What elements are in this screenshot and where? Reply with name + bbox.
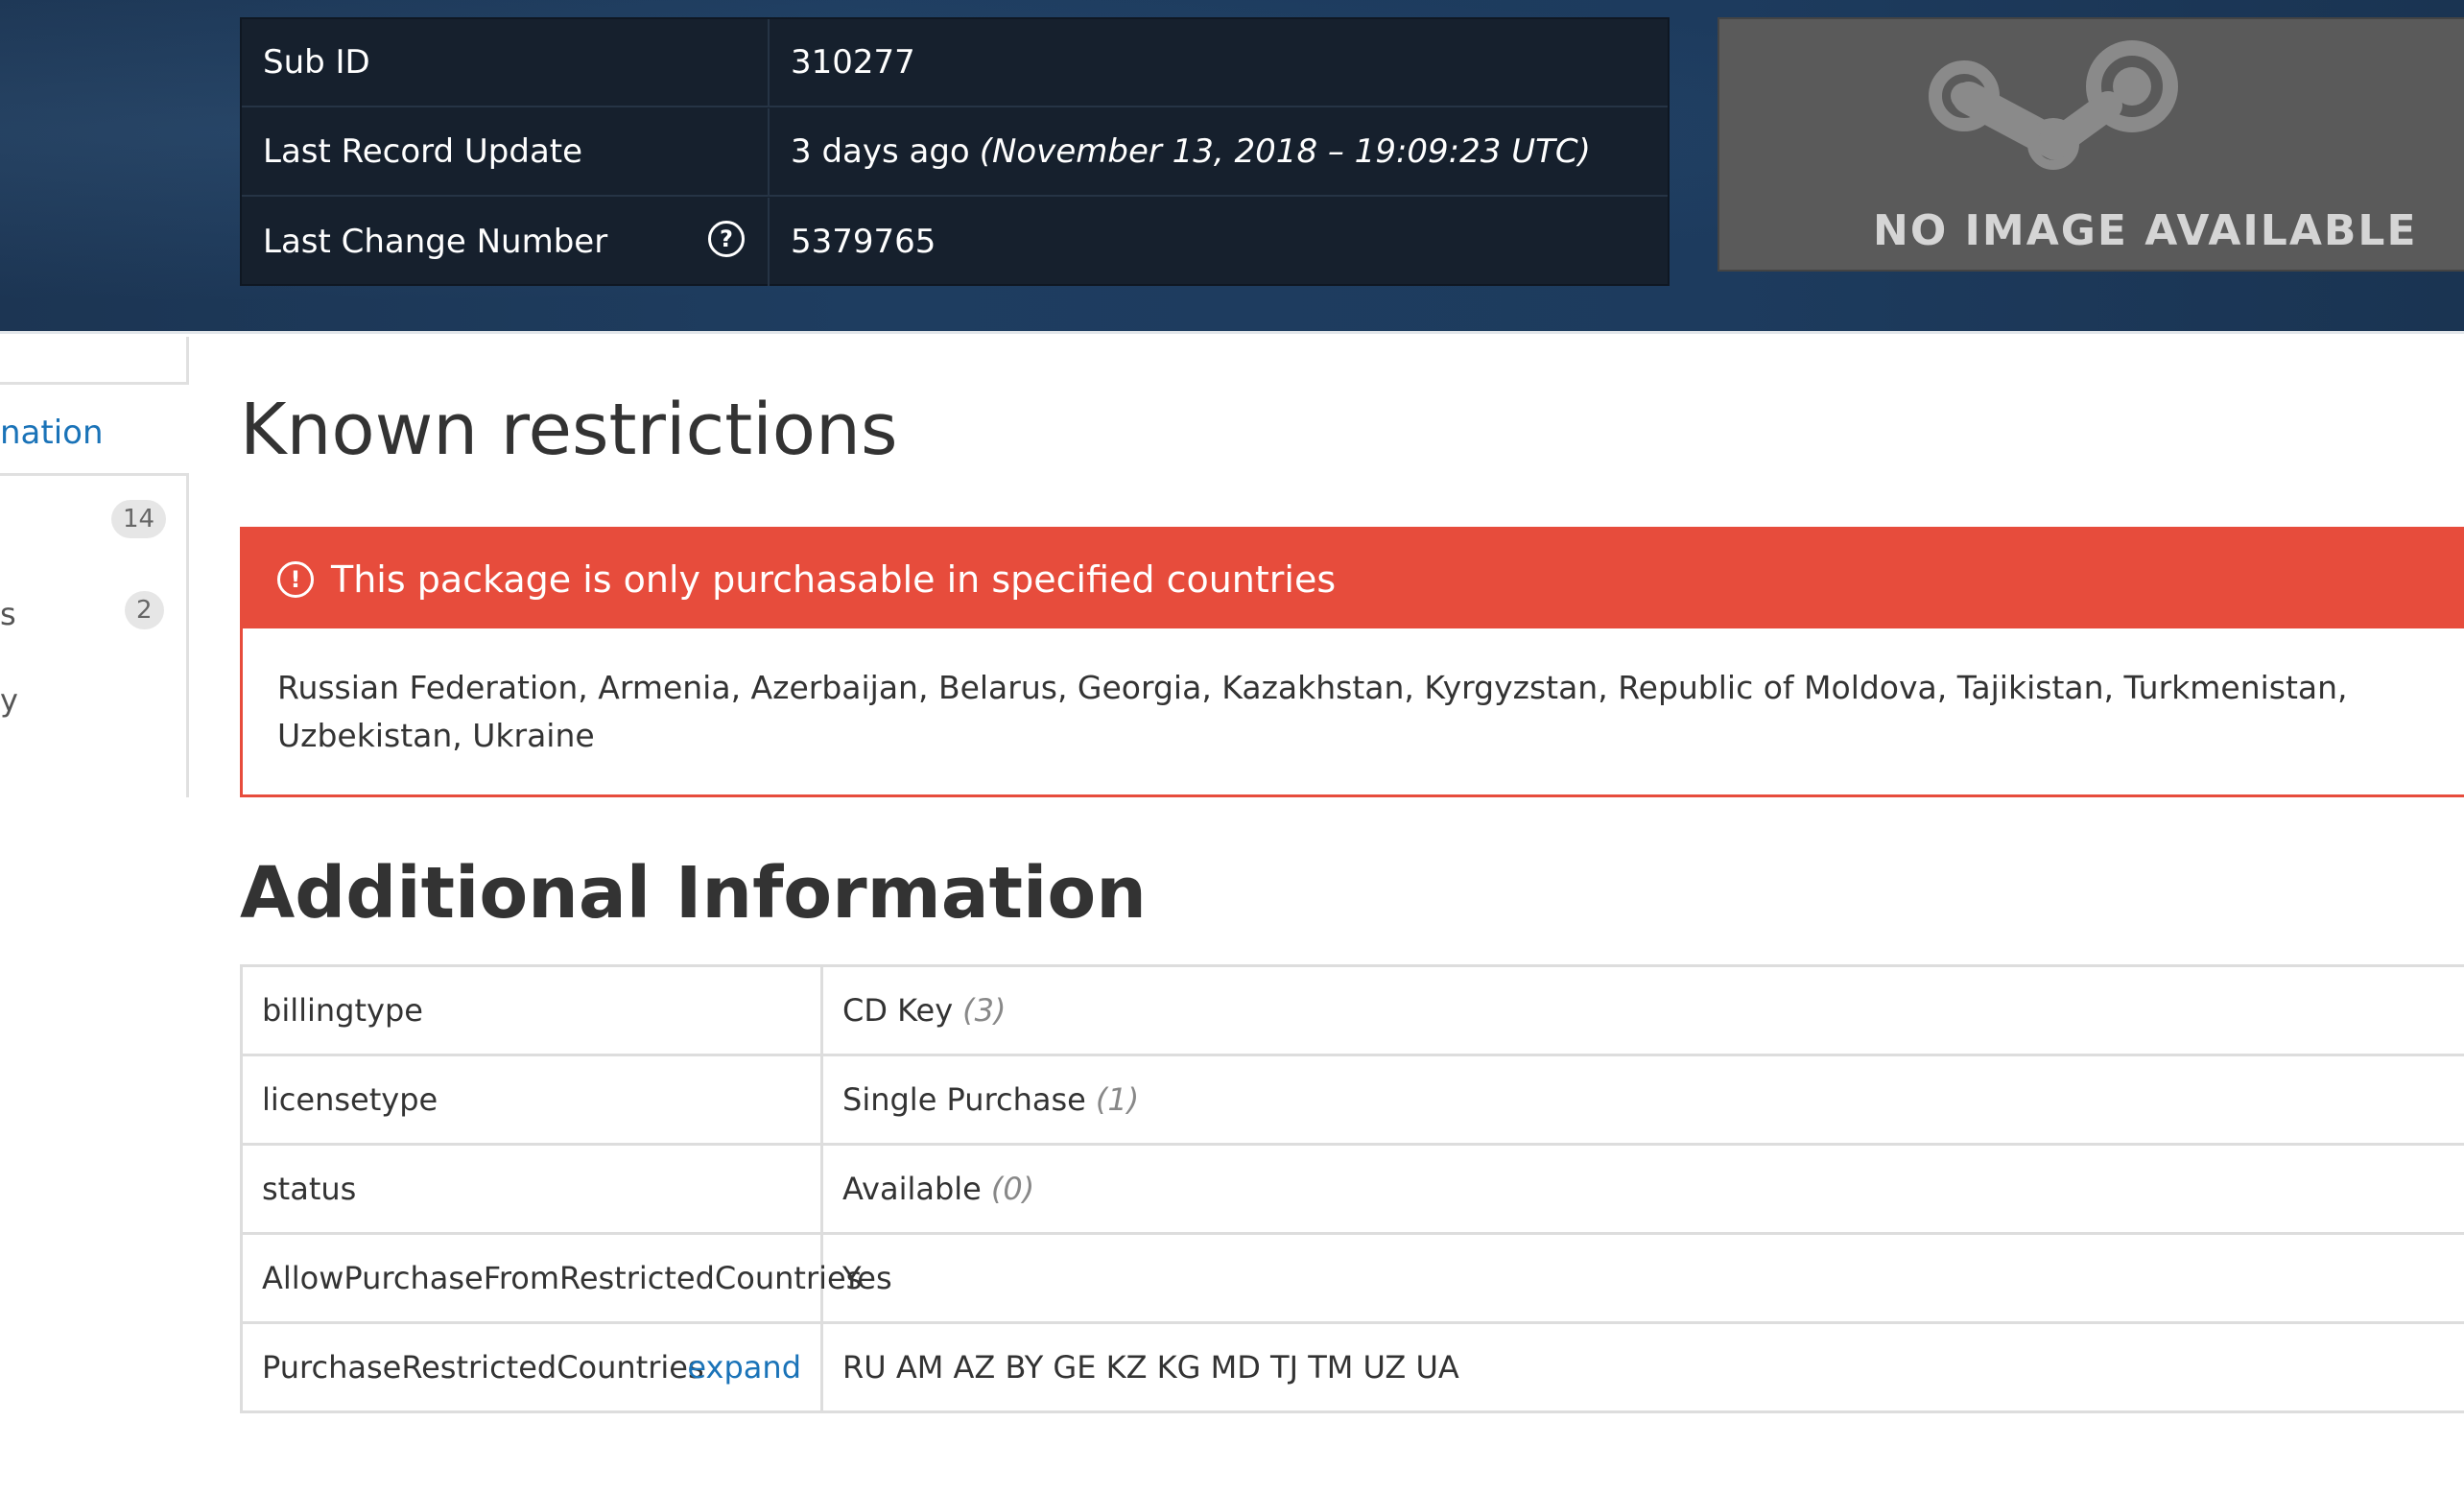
info-key: Last Change Number ? bbox=[242, 198, 770, 286]
info-row-sub-id: Sub ID 310277 bbox=[242, 19, 1668, 107]
info-value: 310277 bbox=[771, 19, 1668, 106]
restriction-alert: ! This package is only purchasable in sp… bbox=[240, 527, 2464, 797]
known-restrictions-heading: Known restrictions bbox=[240, 389, 898, 471]
table-row: PurchaseRestrictedCountries expand RU AM… bbox=[243, 1324, 2464, 1413]
value-text: Single Purchase bbox=[842, 1081, 1086, 1118]
info-key: Sub ID bbox=[242, 19, 770, 106]
restricted-countries-list: Russian Federation, Armenia, Azerbaijan,… bbox=[277, 669, 2348, 754]
sidebar-count-badge: 2 bbox=[125, 591, 164, 629]
table-key: status bbox=[243, 1146, 823, 1232]
info-key: Last Record Update bbox=[242, 108, 770, 195]
table-key: billingtype bbox=[243, 967, 823, 1054]
info-row-last-update: Last Record Update 3 days ago (November … bbox=[242, 108, 1668, 197]
value-text: RU AM AZ BY GE KZ KG MD TJ TM UZ UA bbox=[842, 1349, 1459, 1386]
value-code: (1) bbox=[1095, 1081, 1140, 1118]
last-update-relative: 3 days ago bbox=[791, 132, 970, 171]
alert-header: ! This package is only purchasable in sp… bbox=[243, 530, 2464, 628]
hero-banner: Sub ID 310277 Last Record Update 3 days … bbox=[0, 0, 2464, 334]
sidebar-link-information[interactable]: nation bbox=[0, 414, 104, 452]
table-row: billingtype CD Key (3) bbox=[243, 967, 2464, 1056]
sidebar: nation 14 s 2 y bbox=[0, 337, 189, 797]
no-image-text: NO IMAGE AVAILABLE bbox=[1873, 206, 2418, 255]
table-value: Yes bbox=[823, 1235, 2464, 1321]
table-row: AllowPurchaseFromRestrictedCountries Yes bbox=[243, 1235, 2464, 1324]
value-text: Yes bbox=[842, 1260, 892, 1296]
additional-information-heading: Additional Information bbox=[240, 852, 1147, 935]
info-table: Sub ID 310277 Last Record Update 3 days … bbox=[240, 17, 1670, 286]
sidebar-top-box bbox=[0, 337, 189, 385]
no-image-placeholder: NO IMAGE AVAILABLE bbox=[1718, 17, 2464, 272]
value-text: Available bbox=[842, 1171, 982, 1207]
value-code: (0) bbox=[990, 1171, 1035, 1207]
last-change-label: Last Change Number bbox=[263, 223, 608, 261]
table-value: RU AM AZ BY GE KZ KG MD TJ TM UZ UA bbox=[823, 1324, 2464, 1410]
sidebar-item[interactable]: y bbox=[0, 682, 18, 719]
sidebar-item[interactable]: s bbox=[0, 596, 16, 632]
additional-info-table: billingtype CD Key (3) licensetype Singl… bbox=[240, 964, 2464, 1413]
table-row: status Available (0) bbox=[243, 1146, 2464, 1235]
table-value: Single Purchase (1) bbox=[823, 1056, 2464, 1143]
info-value: 5379765 bbox=[771, 198, 1668, 286]
sidebar-count-badge: 14 bbox=[111, 500, 167, 538]
value-text: CD Key bbox=[842, 992, 954, 1029]
table-value: Available (0) bbox=[823, 1146, 2464, 1232]
key-text: PurchaseRestrictedCountries bbox=[262, 1349, 704, 1386]
alert-title: This package is only purchasable in spec… bbox=[331, 557, 1337, 601]
sidebar-nav-box: 14 s 2 y bbox=[0, 473, 189, 797]
steam-logo bbox=[1929, 40, 2178, 170]
table-key: AllowPurchaseFromRestrictedCountries bbox=[243, 1235, 862, 1321]
expand-link[interactable]: expand bbox=[687, 1349, 801, 1386]
table-value: CD Key (3) bbox=[823, 967, 2464, 1054]
value-code: (3) bbox=[962, 992, 1007, 1029]
last-update-exact: (November 13, 2018 – 19:09:23 UTC) bbox=[979, 132, 1591, 171]
exclamation-circle-icon: ! bbox=[277, 560, 314, 598]
last-change-value: 5379765 bbox=[791, 223, 936, 261]
table-key: licensetype bbox=[243, 1056, 823, 1143]
table-key: PurchaseRestrictedCountries expand bbox=[243, 1324, 823, 1410]
table-row: licensetype Single Purchase (1) bbox=[243, 1056, 2464, 1146]
info-value: 3 days ago (November 13, 2018 – 19:09:23… bbox=[771, 108, 1668, 195]
sub-id-value: 310277 bbox=[791, 43, 915, 82]
info-row-last-change: Last Change Number ? 5379765 bbox=[242, 198, 1668, 286]
help-icon[interactable]: ? bbox=[708, 221, 745, 257]
